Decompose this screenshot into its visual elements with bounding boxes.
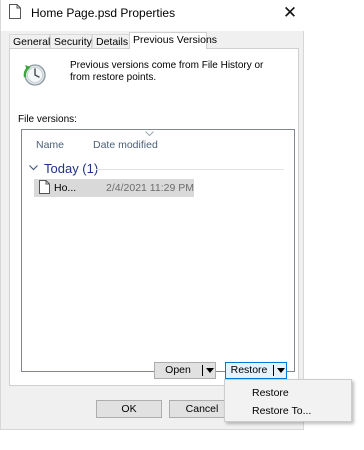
- info-text: Previous versions come from File History…: [70, 60, 264, 83]
- tab-previous-versions[interactable]: Previous Versions: [129, 32, 217, 49]
- file-versions-list[interactable]: Name Date modified Today (1) Ho... 2/4/2…: [21, 129, 295, 372]
- group-title: Today (1): [44, 161, 99, 176]
- restore-dropdown-menu: Restore Restore To...: [224, 379, 352, 422]
- sort-caret-icon: [145, 129, 154, 138]
- row-date: 2/4/2021 11:29 PM: [106, 182, 194, 194]
- menu-item-restore-to[interactable]: Restore To...: [252, 405, 311, 417]
- document-icon: [39, 180, 50, 197]
- properties-dialog: Home Page.psd Properties ✕ General Secur…: [0, 0, 304, 430]
- tab-details[interactable]: Details: [92, 34, 130, 48]
- close-button[interactable]: ✕: [277, 2, 303, 24]
- dropdown-arrow-icon[interactable]: [206, 368, 214, 373]
- document-icon: [9, 4, 21, 22]
- title-bar: Home Page.psd Properties ✕: [1, 0, 304, 31]
- table-row[interactable]: Ho... 2/4/2021 11:29 PM: [34, 179, 194, 197]
- group-divider: [96, 169, 284, 170]
- tab-general[interactable]: General: [9, 34, 50, 48]
- column-header-name[interactable]: Name: [36, 139, 64, 151]
- dropdown-arrow-icon[interactable]: [277, 368, 285, 373]
- group-header-today[interactable]: Today (1): [26, 161, 288, 177]
- menu-item-restore[interactable]: Restore: [252, 387, 289, 399]
- restore-button[interactable]: Restore: [226, 363, 272, 378]
- previous-versions-panel: Previous versions come from File History…: [9, 48, 299, 386]
- file-versions-label: File versions:: [18, 114, 77, 125]
- tab-strip: General Security Details Previous Versio…: [9, 32, 299, 49]
- split-divider: [273, 365, 274, 376]
- tab-security[interactable]: Security: [50, 34, 92, 48]
- ok-button[interactable]: OK: [96, 400, 162, 418]
- open-split-button[interactable]: Open: [154, 362, 216, 379]
- close-icon: ✕: [282, 3, 298, 22]
- open-button[interactable]: Open: [155, 363, 201, 378]
- window-title: Home Page.psd Properties: [31, 6, 176, 20]
- split-divider: [202, 365, 203, 376]
- restore-split-button[interactable]: Restore: [225, 362, 287, 379]
- clock-history-icon: [22, 61, 48, 90]
- chevron-down-icon[interactable]: [28, 162, 39, 176]
- row-name: Ho...: [54, 182, 77, 194]
- column-header-date-modified[interactable]: Date modified: [93, 139, 158, 151]
